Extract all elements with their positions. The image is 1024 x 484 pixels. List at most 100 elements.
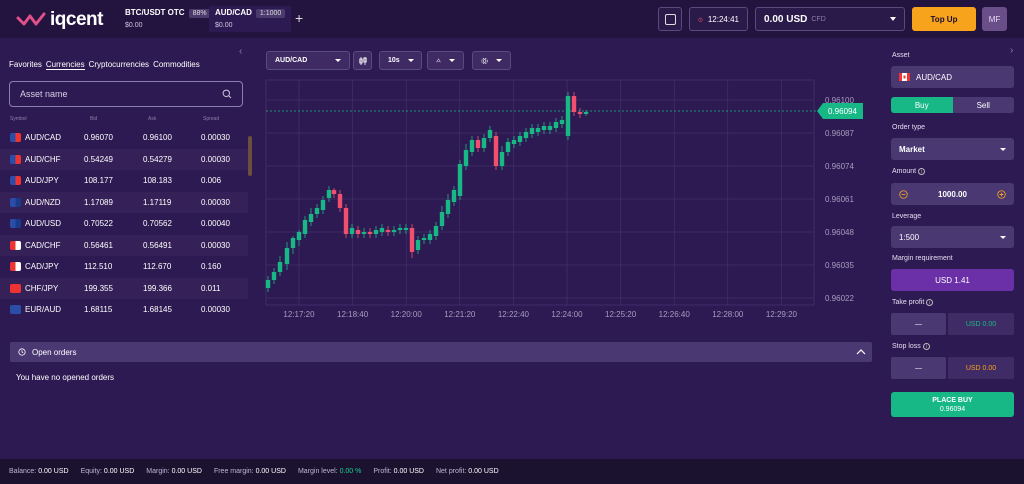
col-symbol[interactable]: Symbol — [10, 116, 27, 122]
add-tab-icon[interactable]: + — [295, 10, 303, 26]
chevron-down-icon — [890, 17, 896, 21]
asset-ask: 0.96100 — [143, 133, 172, 142]
tab-favorites[interactable]: Favorites — [9, 60, 42, 70]
collapse-left-icon[interactable]: ‹ — [239, 46, 242, 57]
asset-symbol: EUR/AUD — [25, 305, 62, 314]
margin-value: USD 1.41 — [891, 269, 1014, 291]
collapse-right-icon[interactable]: › — [1010, 45, 1013, 56]
flag-icon — [899, 73, 910, 81]
asset-ask: 112.670 — [143, 262, 172, 271]
candle — [277, 262, 283, 272]
sell-button[interactable]: Sell — [952, 97, 1014, 113]
x-tick-label: 12:26:40 — [659, 310, 691, 319]
asset-row[interactable]: AUD/NZD 1.17089 1.17119 0.00030 — [0, 191, 248, 213]
chevron-down-icon — [1000, 235, 1006, 239]
asset-spread: 0.00040 — [201, 219, 230, 228]
logo-icon — [16, 12, 46, 26]
asset-row[interactable]: AUD/USD 0.70522 0.70562 0.00040 — [0, 213, 248, 235]
search-input[interactable] — [20, 89, 200, 99]
info-icon[interactable]: i — [918, 168, 926, 175]
scrollbar[interactable] — [248, 136, 252, 176]
footer-net-profit: Net profit: 0.00 USD — [435, 468, 499, 475]
candle — [373, 230, 379, 234]
candle — [397, 228, 403, 230]
asset-tab-audcad[interactable]: AUD/CAD 1:1000 $0.00 — [209, 6, 292, 32]
footer-margin-level: Margin level: 0.00 % — [297, 468, 362, 475]
avatar[interactable]: MF — [982, 7, 1007, 31]
candle — [571, 96, 577, 112]
asset-bid: 0.96070 — [84, 133, 113, 142]
clock-button[interactable]: 12:24:41 — [689, 7, 748, 31]
margin-label: Margin requirement — [892, 255, 953, 262]
table-header: Symbol Bid Ask Spread — [0, 116, 250, 126]
asset-symbol: AUD/CAD — [25, 133, 62, 142]
candle — [559, 120, 565, 124]
take-profit-value[interactable]: USD 0.00 — [948, 313, 1014, 335]
asset-bid: 108.177 — [84, 176, 113, 185]
asset-selector[interactable]: AUD/CAD — [891, 66, 1014, 88]
col-bid[interactable]: Bid — [90, 116, 97, 122]
x-tick-label: 12:29:20 — [766, 310, 798, 319]
asset-bid: 199.355 — [84, 283, 113, 293]
footer-free-margin: Free margin: 0.00 USD — [213, 468, 286, 475]
candle — [445, 200, 451, 214]
minus-icon[interactable] — [899, 189, 908, 199]
y-tick-label: 0.96061 — [825, 195, 854, 204]
logo[interactable]: iqcent — [16, 9, 103, 31]
asset-tab-btc[interactable]: BTC/USDT OTC 88% $0.00 — [119, 6, 217, 32]
x-tick-label: 12:25:20 — [605, 310, 637, 319]
asset-row[interactable]: CHF/JPY 199.355 199.366 0.011 — [0, 277, 248, 299]
asset-row[interactable]: CAD/JPY 112.510 112.670 0.160 — [0, 256, 248, 278]
info-icon[interactable]: i — [922, 343, 930, 350]
asset-symbol: CHF/JPY — [25, 283, 59, 293]
search-icon[interactable] — [222, 89, 232, 99]
candle — [331, 190, 337, 194]
asset-bid: 0.70522 — [84, 219, 113, 228]
candle — [314, 208, 320, 214]
tab-currencies[interactable]: Currencies — [45, 60, 85, 70]
info-icon[interactable]: i — [926, 299, 934, 306]
chevron-up-icon[interactable] — [856, 348, 866, 356]
asset-row[interactable]: AUD/CAD 0.96070 0.96100 0.00030 — [0, 127, 248, 149]
top-up-button[interactable]: Top Up — [912, 7, 976, 31]
balance-select[interactable]: 0.00 USD CFD — [755, 7, 905, 31]
candle — [517, 136, 523, 142]
col-spread[interactable]: Spread — [203, 116, 219, 122]
col-ask[interactable]: Ask — [148, 116, 156, 122]
take-profit-input[interactable]: — — [891, 313, 946, 335]
tab-cryptocurrencies[interactable]: Cryptocurrencies — [89, 60, 149, 70]
candle — [385, 230, 391, 232]
asset-spread: 0.00030 — [201, 154, 230, 164]
order-type-select[interactable]: Market — [891, 138, 1014, 160]
candle — [421, 238, 427, 240]
asset-ask: 108.183 — [143, 176, 172, 185]
buy-button[interactable]: Buy — [891, 97, 953, 113]
candle — [529, 128, 535, 134]
layout-button[interactable] — [658, 7, 682, 31]
asset-row[interactable]: AUD/JPY 108.177 108.183 0.006 — [0, 170, 248, 192]
plus-icon[interactable] — [997, 189, 1006, 199]
leverage-select[interactable]: 1:500 — [891, 226, 1014, 248]
open-orders-header[interactable]: Open orders — [10, 342, 872, 362]
y-tick-label: 0.96022 — [825, 294, 854, 303]
place-buy-button[interactable]: PLACE BUY 0.96094 — [891, 392, 1014, 417]
candle — [499, 152, 505, 166]
asset-list-panel: ‹ Favorites Currencies Cryptocurrencies … — [0, 40, 254, 330]
asset-row[interactable]: EUR/AUD 1.68115 1.68145 0.00030 — [0, 299, 248, 321]
tab-commodities[interactable]: Commodities — [153, 60, 200, 70]
candle — [302, 220, 308, 234]
stop-loss-input[interactable]: — — [891, 357, 946, 379]
asset-row[interactable]: CAD/CHF 0.56461 0.56491 0.00030 — [0, 234, 248, 256]
asset-row[interactable]: AUD/CHF 0.54249 0.54279 0.00030 — [0, 148, 248, 170]
take-profit-label: Take profit — [892, 299, 925, 306]
tab-badge: 88% — [188, 9, 211, 18]
candle — [284, 248, 290, 264]
balance-type: CFD — [811, 15, 826, 23]
amount-input[interactable]: 1000.00 — [938, 190, 967, 199]
price-chart[interactable]: 0.961000.960870.960740.960610.960480.960… — [257, 40, 878, 330]
candle — [391, 230, 397, 232]
candle — [505, 142, 511, 152]
asset-bid: 0.56461 — [84, 240, 113, 250]
stop-loss-value[interactable]: USD 0.00 — [948, 357, 1014, 379]
search-box — [9, 81, 243, 107]
